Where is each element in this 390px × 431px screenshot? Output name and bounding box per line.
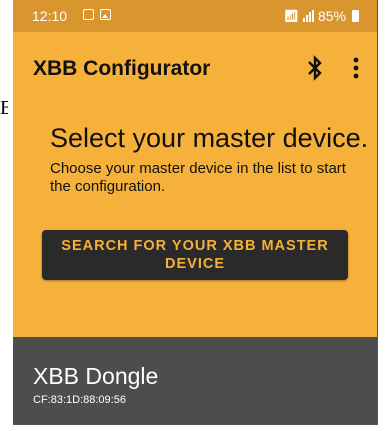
page-headline: Select your master device. — [50, 123, 369, 153]
image-icon — [100, 9, 111, 20]
status-time: 12:10 — [32, 8, 68, 24]
battery-percent: 85% — [317, 8, 346, 24]
wifi-icon: 📶︎ — [283, 9, 299, 23]
sim-icon — [83, 9, 94, 20]
status-system-icons: 📶︎ 85% — [284, 8, 359, 24]
battery-icon — [352, 10, 359, 22]
search-master-device-button[interactable]: SEARCH FOR YOUR XBB MASTER DEVICE — [42, 230, 348, 280]
device-name: XBB Dongle — [33, 363, 159, 389]
phone-screen: 12:10 📶︎ 85% XBB Configurator Select you… — [13, 0, 378, 425]
cropped-margin-glyph: B — [0, 97, 8, 119]
app-bar: XBB Configurator — [13, 32, 377, 102]
search-button-label: SEARCH FOR YOUR XBB MASTER DEVICE — [61, 238, 329, 272]
page-instructions: Choose your master device in the list to… — [50, 160, 346, 195]
more-vert-icon[interactable] — [353, 56, 359, 80]
device-mac-address: CF:83:1D:88:09:56 — [33, 394, 126, 406]
device-list: XBB Dongle CF:83:1D:88:09:56 — [13, 337, 377, 424]
bluetooth-icon[interactable] — [305, 54, 325, 82]
signal-icon — [302, 10, 314, 22]
status-notification-icons — [83, 9, 111, 20]
status-bar: 12:10 📶︎ 85% — [13, 0, 377, 32]
app-title: XBB Configurator — [33, 57, 211, 80]
